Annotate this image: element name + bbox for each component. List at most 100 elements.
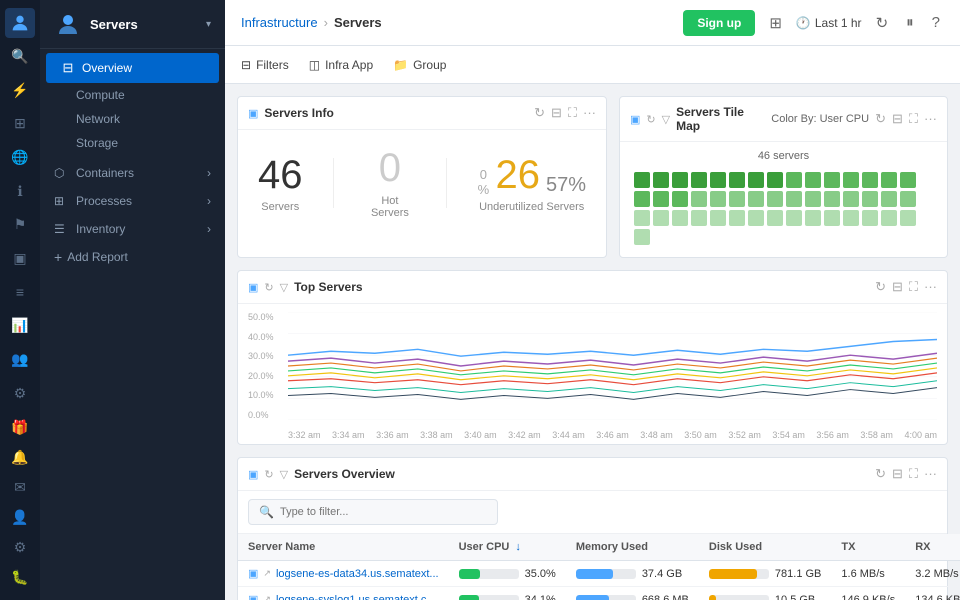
tile-item[interactable] [729,210,745,226]
tile-item[interactable] [862,210,878,226]
col-rx[interactable]: RX [905,534,960,561]
tile-item[interactable] [634,191,650,207]
help-icon[interactable]: ? [928,10,944,35]
minimize-tile-icon[interactable]: ⊟ [892,111,903,127]
tile-item[interactable] [748,210,764,226]
filter-input-field[interactable] [280,506,480,518]
overview-refresh-icon[interactable]: ↻ [264,468,273,481]
tile-item[interactable] [862,191,878,207]
tile-item[interactable] [767,210,783,226]
top-servers-refresh-icon[interactable]: ↻ [264,281,273,294]
tile-item[interactable] [634,210,650,226]
tile-item[interactable] [824,172,840,188]
app-icon-gear[interactable]: ⚙ [5,532,35,562]
tile-item[interactable] [653,172,669,188]
tile-item[interactable] [900,191,916,207]
refresh-ov-icon[interactable]: ↻ [875,466,886,482]
tile-item[interactable] [710,210,726,226]
filters-button[interactable]: ⊟ Filters [241,58,289,72]
tile-map-refresh-icon[interactable]: ↻ [646,113,655,126]
overview-filter-icon[interactable]: ▽ [280,468,288,481]
tile-item[interactable] [653,210,669,226]
col-disk-used[interactable]: Disk Used [699,534,831,561]
col-tx[interactable]: TX [831,534,905,561]
col-memory-used[interactable]: Memory Used [566,534,699,561]
tile-item[interactable] [824,210,840,226]
app-icon-people[interactable]: 👥 [5,345,35,375]
tile-item[interactable] [862,172,878,188]
tile-item[interactable] [900,172,916,188]
signup-button[interactable]: Sign up [683,10,755,36]
tile-item[interactable] [824,191,840,207]
tile-item[interactable] [805,210,821,226]
minimize-icon[interactable]: ⊟ [551,105,562,121]
tile-item[interactable] [786,210,802,226]
app-icon-info[interactable]: ℹ [5,176,35,206]
app-icon-globe[interactable]: 🌐 [5,143,35,173]
minimize-ov-icon[interactable]: ⊟ [892,466,903,482]
tile-item[interactable] [748,172,764,188]
grid-icon[interactable]: ⊞ [765,10,786,36]
more-ov-icon[interactable]: ··· [924,466,937,482]
table-row[interactable]: ▣ ↗ logsene-es-data34.us.sematext... 35.… [238,561,960,587]
top-servers-filter-icon[interactable]: ▽ [280,281,288,294]
sidebar-item-processes[interactable]: ⊞ Processes › [40,187,225,215]
sidebar-item-inventory[interactable]: ☰ Inventory › [40,215,225,243]
tile-item[interactable] [843,210,859,226]
tile-item[interactable] [672,210,688,226]
breadcrumb-parent[interactable]: Infrastructure [241,15,318,30]
tile-item[interactable] [843,172,859,188]
app-icon-grid[interactable]: ⊞ [5,109,35,139]
tile-item[interactable] [634,229,650,245]
tile-item[interactable] [767,172,783,188]
more-ts-icon[interactable]: ··· [924,279,937,295]
tile-map-filter-icon[interactable]: ▽ [662,113,670,126]
sidebar-item-overview[interactable]: ⊟ Overview [46,53,219,83]
tile-item[interactable] [843,191,859,207]
tile-item[interactable] [691,191,707,207]
tile-item[interactable] [805,172,821,188]
add-report-button[interactable]: + Add Report [40,243,225,271]
tile-item[interactable] [805,191,821,207]
more-tile-icon[interactable]: ··· [924,111,937,127]
sidebar-item-network[interactable]: Network [40,107,225,131]
app-icon-team[interactable]: 👤 [5,502,35,532]
app-icon-gift[interactable]: 🎁 [5,412,35,442]
app-icon-bug[interactable]: 🐛 [5,562,35,592]
expand-ov-icon[interactable]: ⛶ [909,466,918,482]
refresh-tile-icon[interactable]: ↻ [875,111,886,127]
tile-item[interactable] [691,172,707,188]
tile-item[interactable] [881,210,897,226]
tile-item[interactable] [710,172,726,188]
sidebar-item-containers[interactable]: ⬡ Containers › [40,159,225,187]
tile-item[interactable] [900,210,916,226]
refresh-ts-icon[interactable]: ↻ [875,279,886,295]
app-icon-search[interactable]: 🔍 [5,42,35,72]
tile-item[interactable] [729,191,745,207]
minimize-ts-icon[interactable]: ⊟ [892,279,903,295]
app-icon-mail[interactable]: ✉ [5,472,35,502]
tile-item[interactable] [881,172,897,188]
col-user-cpu[interactable]: User CPU ↓ [449,534,566,561]
sidebar-chevron-icon[interactable]: ▾ [206,19,211,30]
expand-ts-icon[interactable]: ⛶ [909,279,918,295]
app-icon-settings2[interactable]: ⚙ [5,378,35,408]
pause-icon[interactable]: ⏸ [902,10,918,35]
tile-item[interactable] [786,172,802,188]
infra-app-button[interactable]: ◫ Infra App [309,58,373,72]
app-icon-bell[interactable]: 🔔 [5,442,35,472]
app-icon-logo[interactable] [5,8,35,38]
tile-item[interactable] [691,210,707,226]
sidebar-item-storage[interactable]: Storage [40,131,225,155]
tile-item[interactable] [786,191,802,207]
table-row[interactable]: ▣ ↗ logsene-syslog1.us.sematext.c... 34.… [238,587,960,600]
expand-icon[interactable]: ⛶ [568,105,577,121]
tile-item[interactable] [881,191,897,207]
app-icon-monitor[interactable]: ▣ [5,244,35,274]
tile-item[interactable] [653,191,669,207]
tile-item[interactable] [767,191,783,207]
sidebar-item-compute[interactable]: Compute [40,83,225,107]
refresh-panel-icon[interactable]: ↻ [534,105,545,121]
tile-item[interactable] [710,191,726,207]
app-icon-flash[interactable]: ⚡ [5,75,35,105]
